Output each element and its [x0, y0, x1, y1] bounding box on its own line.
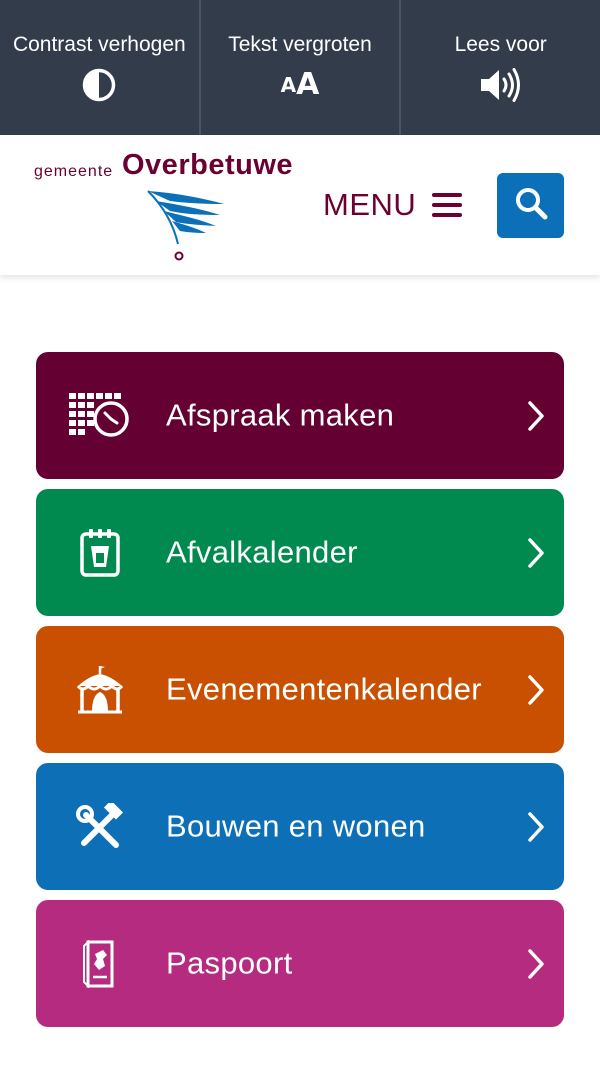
- menu-button[interactable]: MENU: [323, 185, 463, 225]
- quick-links: Afspraak maken Afvalkalender Evenementen…: [36, 352, 564, 1037]
- calendar-clock-icon: [68, 388, 132, 444]
- hamburger-icon: [432, 192, 463, 218]
- contrast-icon: [82, 67, 116, 103]
- chevron-right-icon: [526, 674, 546, 706]
- chevron-right-icon: [526, 400, 546, 432]
- contrast-button[interactable]: Contrast verhogen: [0, 0, 199, 135]
- text-size-icon: AA: [280, 67, 320, 102]
- tile-label: Bouwen en wonen: [166, 807, 426, 843]
- search-button[interactable]: [497, 173, 564, 238]
- contrast-label: Contrast verhogen: [12, 33, 186, 56]
- chevron-right-icon: [526, 537, 546, 569]
- tile-afvalkalender[interactable]: Afvalkalender: [36, 489, 564, 616]
- waste-calendar-icon: [68, 525, 132, 581]
- text-size-button[interactable]: Tekst vergroten AA: [198, 0, 400, 135]
- accessibility-bar: Contrast verhogen Tekst vergroten AA Lee…: [0, 0, 600, 135]
- passport-icon: [68, 936, 132, 992]
- menu-label: MENU: [323, 187, 417, 222]
- search-icon: [514, 186, 548, 225]
- logo-small-text: gemeente: [34, 163, 114, 180]
- tile-evenementenkalender[interactable]: Evenementenkalender: [36, 626, 564, 753]
- tile-label: Afvalkalender: [166, 533, 358, 569]
- text-size-label: Tekst vergroten: [228, 33, 372, 56]
- tile-label: Paspoort: [166, 944, 293, 980]
- chevron-right-icon: [526, 948, 546, 980]
- tile-afspraak-maken[interactable]: Afspraak maken: [36, 352, 564, 479]
- site-logo[interactable]: gemeente Overbetuwe: [34, 149, 294, 264]
- hammer-wrench-icon: [68, 799, 132, 855]
- site-header: gemeente Overbetuwe MENU: [0, 135, 600, 275]
- event-tent-icon: [68, 662, 132, 718]
- chevron-right-icon: [526, 811, 546, 843]
- tile-label: Evenementenkalender: [166, 670, 482, 706]
- read-aloud-button[interactable]: Lees voor: [399, 0, 600, 135]
- tile-paspoort[interactable]: Paspoort: [36, 900, 564, 1027]
- logo-big-text: Overbetuwe: [122, 149, 293, 181]
- tile-bouwen-en-wonen[interactable]: Bouwen en wonen: [36, 763, 564, 890]
- tile-label: Afspraak maken: [166, 396, 395, 432]
- speaker-icon: [479, 67, 523, 103]
- overbetuwe-logo-mark: [146, 189, 226, 269]
- read-aloud-label: Lees voor: [454, 33, 547, 56]
